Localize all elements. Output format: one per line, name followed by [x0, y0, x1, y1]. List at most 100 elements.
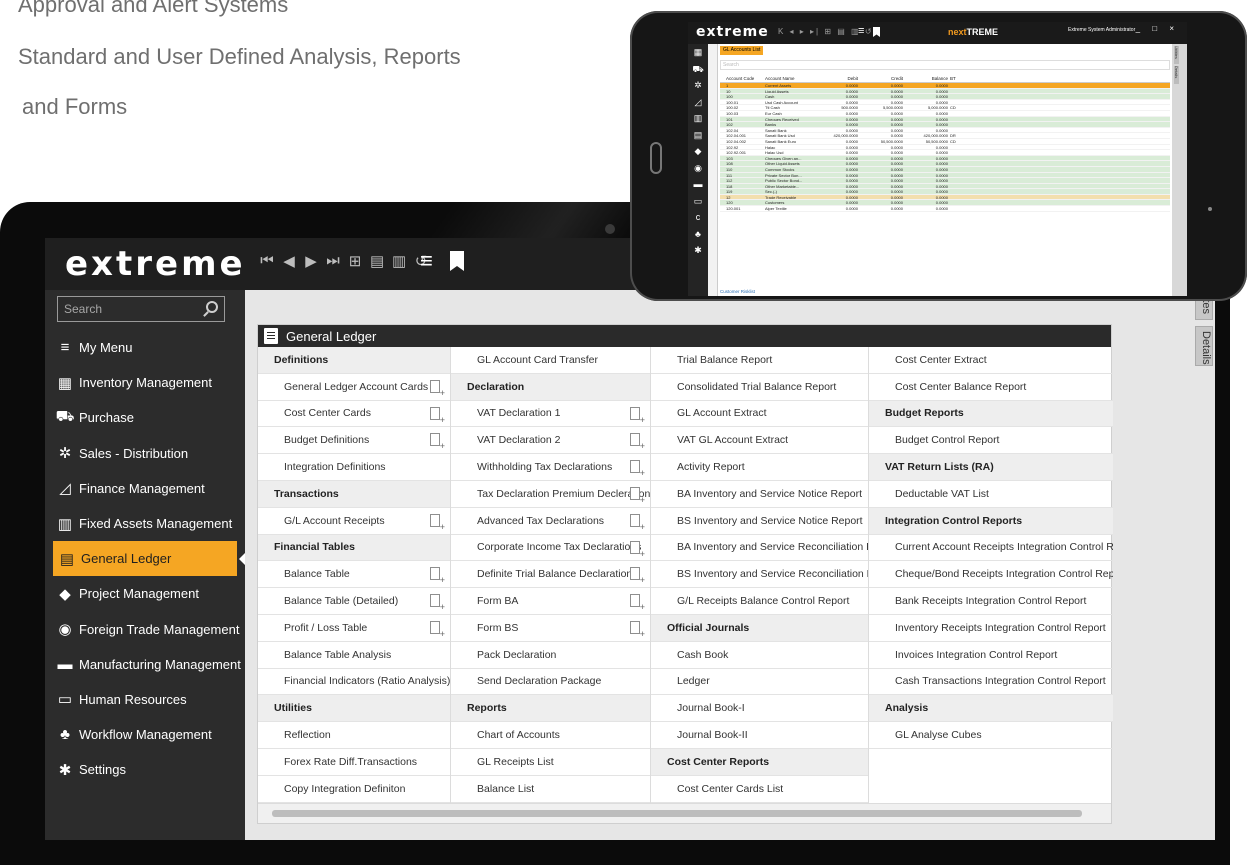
sidebar-item-manufacturing-management[interactable]: ▬ Manufacturing Management — [45, 647, 245, 682]
menu-link[interactable]: General Ledger Account Cards — [258, 374, 450, 401]
hamburger-icon[interactable]: ≡ — [420, 248, 433, 274]
menu-link[interactable]: BS Inventory and Service Reconciliation … — [651, 561, 868, 589]
menu-link[interactable]: Cost Center Cards List — [651, 776, 868, 803]
add-document-icon[interactable] — [430, 567, 445, 585]
grid-column-header[interactable]: Debit — [813, 74, 858, 82]
menu-link[interactable]: Form BS — [451, 615, 650, 642]
mini-hamburger-icon[interactable]: ≡ — [858, 25, 864, 37]
mini-finance-icon[interactable]: ◿ — [688, 94, 708, 111]
add-document-icon[interactable] — [630, 567, 645, 585]
search-input[interactable]: Search — [57, 296, 225, 322]
add-document-icon[interactable] — [430, 433, 445, 451]
previous-record-icon[interactable]: ◀ — [282, 252, 296, 270]
menu-link[interactable]: Cost Center Balance Report — [869, 374, 1113, 401]
mini-gear-icon[interactable]: ✱ — [688, 242, 708, 259]
mini-ledger-icon[interactable]: ▤ — [688, 127, 708, 144]
add-document-icon[interactable] — [630, 460, 645, 478]
menu-link[interactable]: BA Inventory and Service Notice Report — [651, 481, 868, 508]
sidebar-item-finance-management[interactable]: ◿ Finance Management — [45, 471, 245, 506]
menu-link[interactable]: Journal Book-II — [651, 722, 868, 749]
sidebar-item-foreign-trade-management[interactable]: ◉ Foreign Trade Management — [45, 612, 245, 647]
last-record-icon[interactable]: ⏭ — [326, 252, 340, 270]
menu-link[interactable]: GL Account Card Transfer — [451, 347, 650, 374]
search-icon[interactable] — [206, 301, 218, 313]
first-record-icon[interactable]: ⏮ — [260, 252, 274, 270]
mini-filter-strip[interactable] — [708, 44, 718, 296]
menu-link[interactable]: Ledger — [651, 669, 868, 696]
add-document-icon[interactable] — [430, 620, 445, 639]
add-document-icon[interactable] — [630, 620, 645, 639]
delete-icon[interactable]: ▥ — [392, 252, 406, 270]
mini-bookmark-icon[interactable] — [873, 27, 880, 37]
sidebar-item-project-management[interactable]: ◆ Project Management — [45, 576, 245, 611]
sidebar-item-my-menu[interactable]: ≡ My Menu — [45, 330, 245, 365]
menu-link[interactable]: Balance List — [451, 776, 650, 803]
menu-link[interactable]: Cash Book — [651, 642, 868, 669]
menu-link[interactable]: VAT Declaration 2 — [451, 427, 650, 455]
mini-tab-utilities[interactable]: Utilities — [1174, 46, 1179, 64]
add-document-icon[interactable] — [630, 406, 645, 425]
grid-column-header[interactable]: Balance — [903, 74, 948, 82]
menu-link[interactable]: Balance Table — [258, 561, 450, 589]
sidebar-item-sales-distribution[interactable]: ✲ Sales - Distribution — [45, 436, 245, 471]
add-document-icon[interactable] — [630, 433, 645, 451]
menu-link[interactable]: Consolidated Trial Balance Report — [651, 374, 868, 401]
menu-link[interactable]: Send Declaration Package — [451, 669, 650, 696]
mini-tab-details[interactable]: Details — [1174, 66, 1179, 84]
menu-link[interactable]: Cost Center Extract — [869, 347, 1113, 374]
menu-link[interactable]: Cash Transactions Integration Control Re… — [869, 669, 1113, 696]
menu-link[interactable]: Budget Definitions — [258, 427, 450, 455]
menu-link[interactable]: Activity Report — [651, 454, 868, 481]
menu-link[interactable]: Deductable VAT List — [869, 481, 1113, 508]
menu-link[interactable]: VAT Declaration 1 — [451, 401, 650, 428]
menu-link[interactable]: Balance Table (Detailed) — [258, 588, 450, 615]
menu-link[interactable]: Reflection — [258, 722, 450, 749]
menu-link[interactable]: Withholding Tax Declarations — [451, 454, 650, 481]
add-document-icon[interactable] — [430, 513, 445, 532]
menu-link[interactable]: BS Inventory and Service Notice Report — [651, 508, 868, 535]
menu-link[interactable]: Invoices Integration Control Report — [869, 642, 1113, 669]
add-document-icon[interactable] — [430, 406, 445, 425]
next-record-icon[interactable]: ▶ — [304, 252, 318, 270]
menu-link[interactable]: Advanced Tax Declarations — [451, 508, 650, 535]
menu-link[interactable]: Trial Balance Report — [651, 347, 868, 374]
menu-link[interactable]: Integration Definitions — [258, 454, 450, 481]
mini-footer-link[interactable]: Customer Risklist — [720, 289, 755, 294]
grid-row[interactable]: 120.001 Alper Textile 0.0000 0.0000 0.0000 — [720, 206, 1170, 212]
menu-link[interactable]: Profit / Loss Table — [258, 615, 450, 642]
mini-user[interactable]: Extreme System Administrator — [1068, 27, 1135, 33]
grid-column-header[interactable]: Account Name — [765, 74, 813, 82]
save-icon[interactable]: ▤ — [370, 252, 384, 270]
add-document-icon[interactable] — [630, 540, 645, 559]
menu-link[interactable]: Pack Declaration — [451, 642, 650, 669]
window-controls[interactable]: _ □ × — [1136, 24, 1179, 33]
add-document-icon[interactable] — [630, 594, 645, 612]
mini-sales-icon[interactable]: ✲ — [688, 77, 708, 94]
mini-hr-icon[interactable]: ▭ — [688, 193, 708, 210]
menu-link[interactable]: Definite Trial Balance Declarations — [451, 561, 650, 589]
mini-tab-gl-accounts[interactable]: GL Accounts List — [720, 46, 764, 55]
mini-workflow-icon[interactable]: ♣ — [688, 226, 708, 243]
sidebar-item-inventory-management[interactable]: ▦ Inventory Management — [45, 365, 245, 400]
menu-link[interactable]: Current Account Receipts Integration Con… — [869, 535, 1113, 562]
mini-project-icon[interactable]: ◆ — [688, 143, 708, 160]
menu-link[interactable]: Balance Table Analysis — [258, 642, 450, 669]
mini-globe-icon[interactable]: ◉ — [688, 160, 708, 177]
menu-link[interactable]: Corporate Income Tax Declarations — [451, 535, 650, 562]
menu-link[interactable]: Budget Control Report — [869, 427, 1113, 455]
menu-link[interactable]: G/L Account Receipts — [258, 508, 450, 535]
mini-inventory-icon[interactable]: ▦ — [688, 44, 708, 61]
add-document-icon[interactable] — [430, 379, 445, 398]
menu-link[interactable]: Financial Indicators (Ratio Analysis) — [258, 669, 450, 696]
menu-link[interactable]: Bank Receipts Integration Control Report — [869, 588, 1113, 615]
add-document-icon[interactable] — [430, 594, 445, 612]
new-icon[interactable]: ⊞ — [348, 252, 362, 270]
menu-link[interactable]: Tax Declaration Premium Decleration — [451, 481, 650, 508]
sidebar-item-purchase[interactable]: ⛟ Purchase — [45, 400, 245, 435]
menu-link[interactable]: Inventory Receipts Integration Control R… — [869, 615, 1113, 642]
menu-link[interactable]: Cheque/Bond Receipts Integration Control… — [869, 561, 1113, 589]
scrollbar-thumb[interactable] — [272, 810, 1082, 817]
menu-link[interactable]: GL Account Extract — [651, 401, 868, 428]
bookmark-icon[interactable] — [450, 251, 464, 271]
grid-column-header[interactable]: BT — [948, 74, 968, 82]
